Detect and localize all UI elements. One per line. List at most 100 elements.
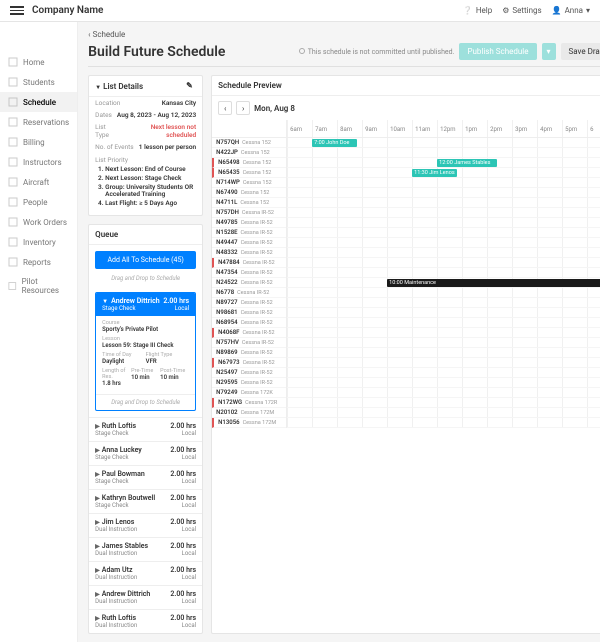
resource-row[interactable]: N47354Cessna IR-52 — [212, 268, 286, 278]
timeline-row[interactable] — [287, 398, 600, 408]
timeline-row[interactable] — [287, 368, 600, 378]
resource-row[interactable]: N89727Cessna IR-52 — [212, 298, 286, 308]
resource-row[interactable]: N714WPCessna 152 — [212, 178, 286, 188]
resource-row[interactable]: N48332Cessna IR-52 — [212, 248, 286, 258]
resource-row[interactable]: N6778Cessna IR-52 — [212, 288, 286, 298]
timeline-row[interactable] — [287, 328, 600, 338]
resource-row[interactable]: N65498Cessna 152 — [212, 158, 286, 168]
menu-icon[interactable] — [10, 4, 24, 18]
resource-row[interactable]: N49785Cessna IR-52 — [212, 218, 286, 228]
timeline-row[interactable]: 11:30 Jim Lenos — [287, 168, 600, 178]
timeline-row[interactable] — [287, 308, 600, 318]
preview-title: Schedule Preview — [218, 81, 282, 90]
timeline-row[interactable]: 12:00 James Stables — [287, 158, 600, 168]
timeline-row[interactable] — [287, 228, 600, 238]
resource-row[interactable]: N172WGCessna 172R — [212, 398, 286, 408]
nav-students[interactable]: Students — [0, 72, 77, 92]
timeline-row[interactable] — [287, 218, 600, 228]
resource-row[interactable]: N24522Cessna IR-52 — [212, 278, 286, 288]
user-menu[interactable]: 👤 Anna ▾ — [552, 6, 590, 15]
timeline-row[interactable]: 10:00 Maintenance — [287, 278, 600, 288]
timeline-row[interactable] — [287, 198, 600, 208]
resource-row[interactable]: N49447Cessna IR-52 — [212, 238, 286, 248]
timeline-row[interactable] — [287, 318, 600, 328]
scheduled-event[interactable]: 11:30 Jim Lenos — [412, 169, 457, 177]
scheduled-event[interactable]: 7:00 John Doe — [312, 139, 357, 147]
publish-dropdown[interactable]: ▾ — [542, 43, 556, 60]
resource-row[interactable]: N422JPCessna 152 — [212, 148, 286, 158]
timeline-row[interactable] — [287, 248, 600, 258]
queue-item[interactable]: Paul Bowman2.00 hrsStage CheckLocal — [89, 465, 202, 489]
timeline-row[interactable] — [287, 148, 600, 158]
resource-row[interactable]: N757QHCessna 152 — [212, 138, 286, 148]
nav-pilot-resources[interactable]: Pilot Resources — [0, 272, 77, 300]
nav-inventory[interactable]: Inventory — [0, 232, 77, 252]
timeline-row[interactable] — [287, 338, 600, 348]
timeline-row[interactable] — [287, 258, 600, 268]
nav-reports[interactable]: Reports — [0, 252, 77, 272]
resource-row[interactable]: N4711LCessna 152 — [212, 198, 286, 208]
timeline-row[interactable] — [287, 268, 600, 278]
nav-reservations[interactable]: Reservations — [0, 112, 77, 132]
resource-row[interactable]: N67973Cessna IR-52 — [212, 358, 286, 368]
timeline-row[interactable] — [287, 208, 600, 218]
scheduled-event[interactable]: 10:00 Maintenance — [387, 279, 600, 287]
resource-row[interactable]: N47884Cessna IR-52 — [212, 258, 286, 268]
queue-item[interactable]: Andrew Dittrich2.00 hrsDual InstructionL… — [89, 585, 202, 609]
timeline-row[interactable] — [287, 288, 600, 298]
resource-row[interactable]: N98681Cessna IR-52 — [212, 308, 286, 318]
resource-row[interactable]: N29595Cessna IR-52 — [212, 378, 286, 388]
timeline-row[interactable] — [287, 378, 600, 388]
resource-row[interactable]: N68954Cessna IR-52 — [212, 318, 286, 328]
company-name: Company Name — [32, 5, 103, 16]
queue-item[interactable]: Adam Utz2.00 hrsDual InstructionLocal — [89, 561, 202, 585]
hour-label: 6am — [287, 120, 312, 137]
timeline-row[interactable] — [287, 408, 600, 418]
nav-billing[interactable]: Billing — [0, 132, 77, 152]
nav-schedule[interactable]: Schedule — [0, 92, 77, 112]
timeline-row[interactable] — [287, 298, 600, 308]
resource-row[interactable]: N4068FCessna IR-52 — [212, 328, 286, 338]
breadcrumb[interactable]: ‹ Schedule — [88, 30, 600, 39]
queue-item[interactable]: Anna Luckey2.00 hrsStage CheckLocal — [89, 441, 202, 465]
resource-row[interactable]: N79249Cessna 172K — [212, 388, 286, 398]
prev-day-button[interactable]: ‹ — [218, 101, 232, 115]
queue-item[interactable]: Ruth Loftis2.00 hrsStage CheckLocal — [89, 417, 202, 441]
resource-row[interactable]: N757DHCessna IR-52 — [212, 208, 286, 218]
nav-aircraft[interactable]: Aircraft — [0, 172, 77, 192]
hour-label: 3pm — [512, 120, 537, 137]
nav-work-orders[interactable]: Work Orders — [0, 212, 77, 232]
queue-item[interactable]: Ruth Loftis2.00 hrsDual InstructionLocal — [89, 609, 202, 633]
queue-item[interactable]: Jim Lenos2.00 hrsDual InstructionLocal — [89, 513, 202, 537]
save-draft-button[interactable]: Save Draft — [561, 43, 600, 60]
timeline-row[interactable]: 7:00 John Doe — [287, 138, 600, 148]
help-link[interactable]: ❔ Help — [463, 6, 492, 15]
timeline-row[interactable] — [287, 358, 600, 368]
timeline-row[interactable] — [287, 188, 600, 198]
resource-row[interactable]: N1528ECessna IR-52 — [212, 228, 286, 238]
resource-row[interactable]: N13056Cessna 172M — [212, 418, 286, 428]
resource-row[interactable]: N67490Cessna 152 — [212, 188, 286, 198]
next-day-button[interactable]: › — [236, 101, 250, 115]
scheduled-event[interactable]: 12:00 James Stables — [437, 159, 497, 167]
queue-item[interactable]: Kathryn Boutwell2.00 hrsStage CheckLocal — [89, 489, 202, 513]
timeline-row[interactable] — [287, 238, 600, 248]
nav-people[interactable]: People — [0, 192, 77, 212]
queue-item[interactable]: James Stables2.00 hrsDual InstructionLoc… — [89, 537, 202, 561]
resource-row[interactable]: N20102Cessna 172M — [212, 408, 286, 418]
resource-row[interactable]: N65435Cessna 152 — [212, 168, 286, 178]
publish-button[interactable]: Publish Schedule — [459, 43, 536, 60]
nav-instructors[interactable]: Instructors — [0, 152, 77, 172]
edit-icon[interactable]: ✎ — [186, 81, 196, 91]
queue-item-expanded[interactable]: Andrew Dittrich2.00 hrs Stage CheckLocal… — [95, 292, 196, 411]
nav-home[interactable]: Home — [0, 52, 77, 72]
resource-row[interactable]: N757HVCessna IR-52 — [212, 338, 286, 348]
timeline-row[interactable] — [287, 348, 600, 358]
timeline-row[interactable] — [287, 388, 600, 398]
resource-row[interactable]: N89869Cessna IR-52 — [212, 348, 286, 358]
resource-row[interactable]: N25497Cessna IR-52 — [212, 368, 286, 378]
timeline-row[interactable] — [287, 418, 600, 428]
add-all-button[interactable]: Add All To Schedule (45) — [95, 251, 196, 269]
timeline-row[interactable] — [287, 178, 600, 188]
settings-link[interactable]: ⚙ Settings — [502, 6, 541, 15]
